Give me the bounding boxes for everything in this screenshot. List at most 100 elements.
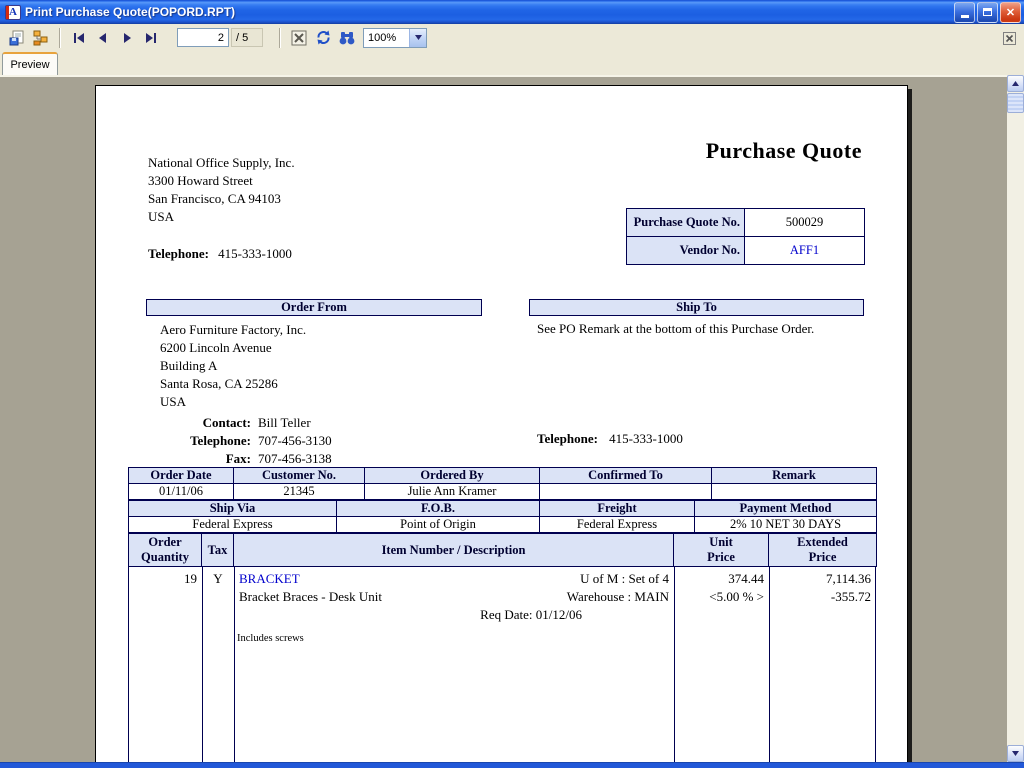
company-country: USA	[148, 208, 295, 226]
vendor-country: USA	[160, 393, 306, 411]
stop-icon	[291, 30, 307, 46]
item-discount: <5.00 % >	[674, 588, 764, 606]
close-icon: ✕	[1006, 6, 1015, 19]
freight-header: Freight	[540, 501, 695, 517]
order-from-address: Aero Furniture Factory, Inc. 6200 Lincol…	[160, 321, 306, 411]
close-preview-button[interactable]	[1001, 30, 1018, 47]
column-divider	[234, 566, 235, 768]
order-from-header: Order From	[146, 299, 482, 316]
quote-no-value: 500029	[745, 209, 865, 237]
last-page-button[interactable]	[139, 26, 163, 50]
vendor-street: 6200 Lincoln Avenue	[160, 339, 306, 357]
company-street: 3300 Howard Street	[148, 172, 295, 190]
item-extended-discount: -355.72	[769, 588, 871, 606]
item-unit-price: 374.44	[674, 570, 764, 588]
group-tree-button[interactable]	[29, 26, 53, 50]
prev-page-button[interactable]	[91, 26, 115, 50]
next-page-button[interactable]	[115, 26, 139, 50]
ship-info-table: Ship Via F.O.B. Freight Payment Method F…	[128, 500, 876, 533]
toolbar-separator	[279, 28, 281, 48]
last-page-icon	[145, 33, 157, 43]
refresh-button[interactable]	[311, 26, 335, 50]
close-view-icon	[1003, 32, 1016, 45]
remark-header: Remark	[712, 468, 877, 484]
item-comment: Includes screws	[237, 630, 304, 648]
chevron-down-icon	[415, 35, 422, 40]
vertical-scrollbar[interactable]	[1007, 75, 1024, 762]
quote-info-box: Purchase Quote No. 500029 Vendor No. AFF…	[626, 208, 864, 265]
item-description-header: Item Number / Description	[234, 534, 674, 567]
scrollbar-thumb[interactable]	[1007, 93, 1024, 113]
unit-price-header: UnitPrice	[674, 534, 769, 567]
customer-no-header: Customer No.	[234, 468, 365, 484]
report-page: National Office Supply, Inc. 3300 Howard…	[95, 85, 908, 768]
company-phone-value: 415-333-1000	[218, 246, 292, 261]
fob-header: F.O.B.	[337, 501, 540, 517]
ordered-by-value: Julie Ann Kramer	[365, 484, 540, 500]
vendor-building: Building A	[160, 357, 306, 375]
order-info-table: Order Date Customer No. Ordered By Confi…	[128, 467, 876, 500]
company-name: National Office Supply, Inc.	[148, 154, 295, 172]
search-binoculars-icon	[338, 31, 356, 45]
items-header-table: OrderQuantity Tax Item Number / Descript…	[128, 533, 876, 567]
zoom-combobox[interactable]: 100%	[363, 28, 427, 48]
restore-icon	[983, 8, 992, 16]
minimize-button[interactable]	[954, 2, 975, 23]
item-line1: BRACKET U of M : Set of 4	[239, 570, 669, 588]
vendor-no-link[interactable]: AFF1	[745, 237, 865, 265]
close-button[interactable]: ✕	[1000, 2, 1021, 23]
vendor-fax-value: 707-456-3138	[251, 450, 471, 468]
vendor-phone-label: Telephone:	[111, 432, 251, 450]
tab-preview[interactable]: Preview	[2, 52, 58, 75]
item-tax: Y	[202, 570, 234, 588]
vendor-name: Aero Furniture Factory, Inc.	[160, 321, 306, 339]
items-body: 19 Y BRACKET U of M : Set of 4 Bracket B…	[128, 566, 876, 768]
report-title: Purchase Quote	[706, 138, 862, 164]
scroll-up-icon	[1012, 81, 1019, 86]
scroll-down-button[interactable]	[1007, 745, 1024, 762]
freight-value: Federal Express	[540, 517, 695, 533]
vendor-city: Santa Rosa, CA 25286	[160, 375, 306, 393]
fob-value: Point of Origin	[337, 517, 540, 533]
order-quantity-header: OrderQuantity	[129, 534, 202, 567]
refresh-icon	[315, 29, 332, 46]
company-address: National Office Supply, Inc. 3300 Howard…	[148, 154, 295, 226]
report-toolbar: / 5	[0, 24, 1024, 51]
window-title: Print Purchase Quote(POPORD.RPT)	[25, 5, 954, 19]
contact-value: Bill Teller	[251, 414, 471, 432]
tab-preview-label: Preview	[10, 59, 49, 71]
company-phone-row: Telephone: 415-333-1000	[148, 246, 292, 262]
scroll-down-icon	[1012, 751, 1019, 756]
export-button[interactable]	[5, 26, 29, 50]
ordered-by-header: Ordered By	[365, 468, 540, 484]
item-req-date: Req Date: 01/12/06	[239, 606, 582, 624]
confirmed-to-value	[540, 484, 712, 500]
payment-method-value: 2% 10 NET 30 DAYS	[695, 517, 877, 533]
item-description: Bracket Braces - Desk Unit	[239, 588, 382, 606]
minimize-icon	[961, 15, 969, 18]
export-icon	[8, 29, 26, 47]
group-tree-icon	[32, 29, 50, 47]
ship-to-header: Ship To	[529, 299, 864, 316]
app-window: A Print Purchase Quote(POPORD.RPT) ✕	[0, 0, 1024, 768]
item-extended-price: 7,114.36	[769, 570, 871, 588]
vendor-fax-label: Fax:	[111, 450, 251, 468]
scroll-up-button[interactable]	[1007, 75, 1024, 92]
remark-value	[712, 484, 877, 500]
column-divider	[202, 566, 203, 768]
ship-via-value: Federal Express	[129, 517, 337, 533]
stop-loading-button[interactable]	[287, 26, 311, 50]
toolbar-separator	[59, 28, 61, 48]
confirmed-to-header: Confirmed To	[540, 468, 712, 484]
first-page-button[interactable]	[67, 26, 91, 50]
customer-no-value: 21345	[234, 484, 365, 500]
search-button[interactable]	[335, 26, 359, 50]
item-number-link[interactable]: BRACKET	[239, 570, 300, 588]
zoom-dropdown-button[interactable]	[409, 29, 426, 47]
page-number-input[interactable]	[177, 28, 229, 47]
restore-button[interactable]	[977, 2, 998, 23]
payment-method-header: Payment Method	[695, 501, 877, 517]
order-date-value: 01/11/06	[129, 484, 234, 500]
ship-via-header: Ship Via	[129, 501, 337, 517]
titlebar: A Print Purchase Quote(POPORD.RPT) ✕	[0, 0, 1024, 24]
